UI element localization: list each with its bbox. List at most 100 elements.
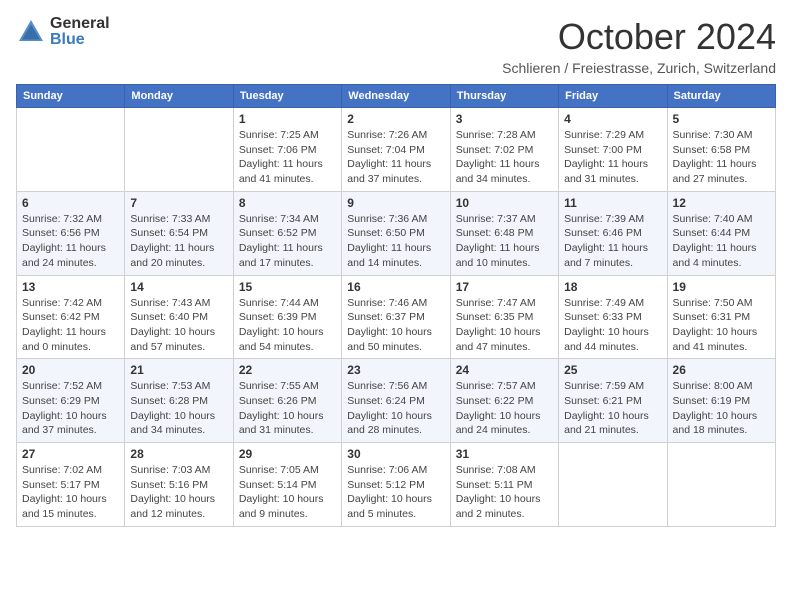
calendar-cell: 24 Sunrise: 7:57 AMSunset: 6:22 PMDayligh…	[450, 359, 558, 443]
day-number: 20	[22, 363, 119, 377]
calendar-cell: 12Sunrise: 7:40 AMSunset: 6:44 PMDayligh…	[667, 191, 775, 275]
day-of-week-header: Monday	[125, 85, 233, 108]
day-detail: Sunrise: 7:57 AMSunset: 6:22 PMDaylight:…	[456, 379, 553, 438]
day-number: 9	[347, 196, 444, 210]
day-number: 17	[456, 280, 553, 294]
calendar-cell: 21 Sunrise: 7:53 AMSunset: 6:28 PMDayligh…	[125, 359, 233, 443]
day-detail: Sunrise: 7:36 AMSunset: 6:50 PMDaylight:…	[347, 212, 444, 271]
day-number: 31	[456, 447, 553, 461]
day-detail: Sunrise: 7:33 AMSunset: 6:54 PMDaylight:…	[130, 212, 227, 271]
day-detail: Sunrise: 7:34 AMSunset: 6:52 PMDaylight:…	[239, 212, 336, 271]
day-detail: Sunrise: 7:37 AMSunset: 6:48 PMDaylight:…	[456, 212, 553, 271]
calendar-cell: 11 Sunrise: 7:39 AMSunset: 6:46 PMDayligh…	[559, 191, 667, 275]
day-of-week-header: Tuesday	[233, 85, 341, 108]
calendar-week-row: 1 Sunrise: 7:25 AMSunset: 7:06 PMDaylight…	[17, 108, 776, 192]
calendar-cell: 30 Sunrise: 7:06 AMSunset: 5:12 PMDayligh…	[342, 443, 450, 527]
calendar-cell: 4 Sunrise: 7:29 AMSunset: 7:00 PMDaylight…	[559, 108, 667, 192]
calendar-cell: 5Sunrise: 7:30 AMSunset: 6:58 PMDaylight…	[667, 108, 775, 192]
day-detail: Sunrise: 7:06 AMSunset: 5:12 PMDaylight:…	[347, 463, 444, 522]
day-number: 18	[564, 280, 661, 294]
day-number: 15	[239, 280, 336, 294]
day-number: 16	[347, 280, 444, 294]
day-number: 7	[130, 196, 227, 210]
title-block: October 2024 Schlieren / Freiestrasse, Z…	[502, 16, 776, 76]
day-of-week-header: Wednesday	[342, 85, 450, 108]
day-detail: Sunrise: 7:05 AMSunset: 5:14 PMDaylight:…	[239, 463, 336, 522]
calendar-cell: 6 Sunrise: 7:32 AMSunset: 6:56 PMDaylight…	[17, 191, 125, 275]
day-number: 24	[456, 363, 553, 377]
day-number: 6	[22, 196, 119, 210]
day-detail: Sunrise: 7:42 AMSunset: 6:42 PMDaylight:…	[22, 296, 119, 355]
calendar-subtitle: Schlieren / Freiestrasse, Zurich, Switze…	[502, 60, 776, 76]
calendar-week-row: 6 Sunrise: 7:32 AMSunset: 6:56 PMDaylight…	[17, 191, 776, 275]
calendar-cell: 29 Sunrise: 7:05 AMSunset: 5:14 PMDayligh…	[233, 443, 341, 527]
day-detail: Sunrise: 7:29 AMSunset: 7:00 PMDaylight:…	[564, 128, 661, 187]
day-number: 23	[347, 363, 444, 377]
day-number: 27	[22, 447, 119, 461]
calendar-table: SundayMondayTuesdayWednesdayThursdayFrid…	[16, 84, 776, 527]
day-detail: Sunrise: 7:32 AMSunset: 6:56 PMDaylight:…	[22, 212, 119, 271]
calendar-title: October 2024	[502, 16, 776, 58]
day-number: 4	[564, 112, 661, 126]
day-number: 29	[239, 447, 336, 461]
calendar-cell: 14Sunrise: 7:43 AMSunset: 6:40 PMDayligh…	[125, 275, 233, 359]
day-detail: Sunrise: 7:46 AMSunset: 6:37 PMDaylight:…	[347, 296, 444, 355]
calendar-cell	[559, 443, 667, 527]
calendar-cell: 15 Sunrise: 7:44 AMSunset: 6:39 PMDayligh…	[233, 275, 341, 359]
day-detail: Sunrise: 7:55 AMSunset: 6:26 PMDaylight:…	[239, 379, 336, 438]
day-number: 11	[564, 196, 661, 210]
day-detail: Sunrise: 7:25 AMSunset: 7:06 PMDaylight:…	[239, 128, 336, 187]
calendar-week-row: 20 Sunrise: 7:52 AMSunset: 6:29 PMDayligh…	[17, 359, 776, 443]
day-detail: Sunrise: 7:26 AMSunset: 7:04 PMDaylight:…	[347, 128, 444, 187]
calendar-cell: 25Sunrise: 7:59 AMSunset: 6:21 PMDayligh…	[559, 359, 667, 443]
day-number: 30	[347, 447, 444, 461]
day-detail: Sunrise: 7:40 AMSunset: 6:44 PMDaylight:…	[673, 212, 770, 271]
calendar-cell: 20 Sunrise: 7:52 AMSunset: 6:29 PMDayligh…	[17, 359, 125, 443]
day-detail: Sunrise: 7:47 AMSunset: 6:35 PMDaylight:…	[456, 296, 553, 355]
day-detail: Sunrise: 7:59 AMSunset: 6:21 PMDaylight:…	[564, 379, 661, 438]
day-detail: Sunrise: 7:53 AMSunset: 6:28 PMDaylight:…	[130, 379, 227, 438]
day-number: 3	[456, 112, 553, 126]
day-number: 8	[239, 196, 336, 210]
day-number: 22	[239, 363, 336, 377]
day-number: 28	[130, 447, 227, 461]
day-of-week-header: Sunday	[17, 85, 125, 108]
day-of-week-header: Saturday	[667, 85, 775, 108]
calendar-cell: 28Sunrise: 7:03 AMSunset: 5:16 PMDayligh…	[125, 443, 233, 527]
calendar-cell: 22 Sunrise: 7:55 AMSunset: 6:26 PMDayligh…	[233, 359, 341, 443]
day-of-week-header: Thursday	[450, 85, 558, 108]
day-number: 2	[347, 112, 444, 126]
day-number: 13	[22, 280, 119, 294]
calendar-cell: 27Sunrise: 7:02 AMSunset: 5:17 PMDayligh…	[17, 443, 125, 527]
calendar-cell: 31 Sunrise: 7:08 AMSunset: 5:11 PMDayligh…	[450, 443, 558, 527]
calendar-cell: 19 Sunrise: 7:50 AMSunset: 6:31 PMDayligh…	[667, 275, 775, 359]
calendar-week-row: 13 Sunrise: 7:42 AMSunset: 6:42 PMDayligh…	[17, 275, 776, 359]
calendar-cell	[667, 443, 775, 527]
day-number: 19	[673, 280, 770, 294]
calendar-cell: 3Sunrise: 7:28 AMSunset: 7:02 PMDaylight…	[450, 108, 558, 192]
page-header: General Blue October 2024 Schlieren / Fr…	[16, 16, 776, 76]
day-detail: Sunrise: 7:56 AMSunset: 6:24 PMDaylight:…	[347, 379, 444, 438]
calendar-week-row: 27Sunrise: 7:02 AMSunset: 5:17 PMDayligh…	[17, 443, 776, 527]
calendar-cell: 7 Sunrise: 7:33 AMSunset: 6:54 PMDaylight…	[125, 191, 233, 275]
calendar-cell	[125, 108, 233, 192]
day-detail: Sunrise: 7:50 AMSunset: 6:31 PMDaylight:…	[673, 296, 770, 355]
calendar-cell: 10Sunrise: 7:37 AMSunset: 6:48 PMDayligh…	[450, 191, 558, 275]
logo-general: General	[50, 15, 110, 32]
day-number: 1	[239, 112, 336, 126]
day-detail: Sunrise: 7:44 AMSunset: 6:39 PMDaylight:…	[239, 296, 336, 355]
logo: General Blue	[16, 16, 110, 48]
day-of-week-header: Friday	[559, 85, 667, 108]
calendar-cell: 2 Sunrise: 7:26 AMSunset: 7:04 PMDaylight…	[342, 108, 450, 192]
calendar-cell: 26 Sunrise: 8:00 AMSunset: 6:19 PMDayligh…	[667, 359, 775, 443]
calendar-cell: 23 Sunrise: 7:56 AMSunset: 6:24 PMDayligh…	[342, 359, 450, 443]
day-detail: Sunrise: 7:08 AMSunset: 5:11 PMDaylight:…	[456, 463, 553, 522]
day-detail: Sunrise: 7:30 AMSunset: 6:58 PMDaylight:…	[673, 128, 770, 187]
day-detail: Sunrise: 8:00 AMSunset: 6:19 PMDaylight:…	[673, 379, 770, 438]
day-number: 21	[130, 363, 227, 377]
day-number: 26	[673, 363, 770, 377]
calendar-cell: 8 Sunrise: 7:34 AMSunset: 6:52 PMDaylight…	[233, 191, 341, 275]
day-detail: Sunrise: 7:39 AMSunset: 6:46 PMDaylight:…	[564, 212, 661, 271]
day-detail: Sunrise: 7:43 AMSunset: 6:40 PMDaylight:…	[130, 296, 227, 355]
day-detail: Sunrise: 7:52 AMSunset: 6:29 PMDaylight:…	[22, 379, 119, 438]
